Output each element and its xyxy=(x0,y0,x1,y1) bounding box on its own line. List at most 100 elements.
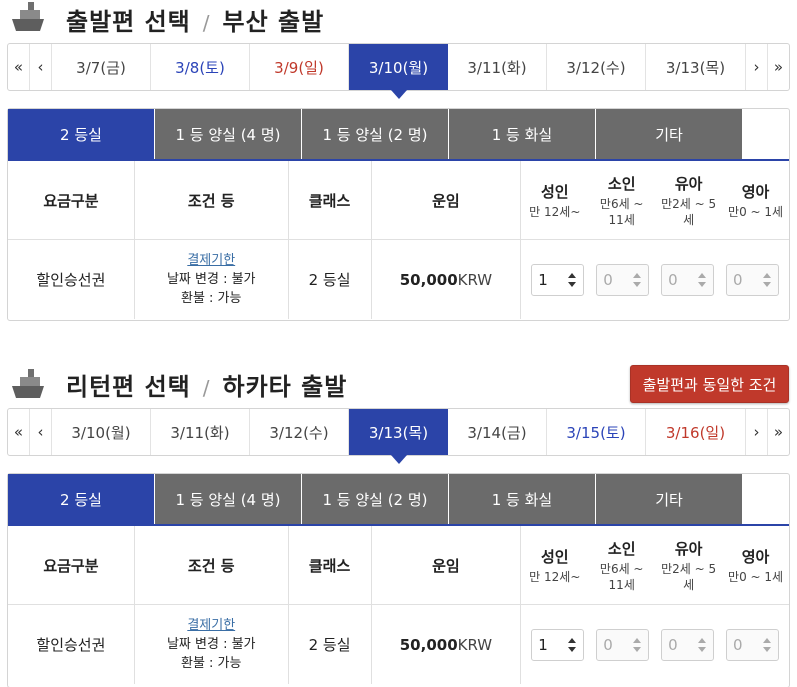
passenger-counts: 1 0 0 0 xyxy=(521,605,789,684)
date-change-text: 날짜 변경 : 불가 xyxy=(166,272,256,287)
decrement-icon[interactable] xyxy=(763,646,772,652)
date-item[interactable]: 3/10(월) xyxy=(52,409,151,455)
tab-2nd-class[interactable]: 2 등실 xyxy=(8,474,155,524)
baby-count-value: 0 xyxy=(733,270,743,289)
header-infant: 유아 만2세 ~ 5세 xyxy=(655,538,722,593)
date-item[interactable]: 3/14(금) xyxy=(448,409,547,455)
tab-1st-western-2[interactable]: 1 등 양실 (2 명) xyxy=(302,474,449,524)
date-item[interactable]: 3/16(일) xyxy=(646,409,745,455)
child-count-stepper[interactable]: 0 xyxy=(596,263,650,296)
prev-date-button[interactable]: ‹ xyxy=(30,44,52,90)
increment-icon[interactable] xyxy=(698,637,707,643)
header-fare: 운임 xyxy=(372,161,522,239)
tab-2nd-class[interactable]: 2 등실 xyxy=(8,109,155,159)
infant-count-stepper[interactable]: 0 xyxy=(661,628,715,661)
last-page-button[interactable]: » xyxy=(767,44,789,90)
fare-type-cell: 할인승선권 xyxy=(8,605,135,684)
tab-1st-western-2[interactable]: 1 등 양실 (2 명) xyxy=(302,109,449,159)
increment-icon[interactable] xyxy=(763,272,772,278)
fare-table-header: 요금구분 조건 등 클래스 운임 성인 만 12세~ 소인 만6세 ~ 11세 유아… xyxy=(8,161,789,240)
infant-age: 만2세 ~ 5세 xyxy=(661,561,717,592)
decrement-icon[interactable] xyxy=(698,281,707,287)
header-fare-type: 요금구분 xyxy=(8,526,135,604)
increment-icon[interactable] xyxy=(568,272,577,278)
baby-label: 영아 xyxy=(741,182,770,201)
child-count-value: 0 xyxy=(603,270,613,289)
first-page-button[interactable]: « xyxy=(8,44,30,90)
decrement-icon[interactable] xyxy=(568,281,577,287)
header-conditions: 조건 등 xyxy=(135,161,289,239)
adult-label: 성인 xyxy=(540,182,569,201)
outbound-title-route: 부산 출발 xyxy=(222,8,325,36)
baby-count-value: 0 xyxy=(733,635,743,654)
next-date-button[interactable]: › xyxy=(745,409,767,455)
decrement-icon[interactable] xyxy=(633,281,642,287)
fare-currency: KRW xyxy=(457,635,493,654)
date-item[interactable]: 3/12(수) xyxy=(250,409,349,455)
return-title-row: 리턴편 선택 / 하카타 출발 출발편과 동일한 조건 xyxy=(0,365,797,407)
tab-other[interactable]: 기타 xyxy=(596,109,743,159)
same-as-outbound-button[interactable]: 출발편과 동일한 조건 xyxy=(630,365,789,403)
header-passengers: 성인 만 12세~ 소인 만6세 ~ 11세 유아 만2세 ~ 5세 영아 만0 ~ 1… xyxy=(521,161,789,239)
infant-count-value: 0 xyxy=(668,635,678,654)
increment-icon[interactable] xyxy=(633,637,642,643)
child-count-stepper[interactable]: 0 xyxy=(596,628,650,661)
tab-other[interactable]: 기타 xyxy=(596,474,743,524)
date-item[interactable]: 3/9(일) xyxy=(250,44,349,90)
header-fare-type: 요금구분 xyxy=(8,161,135,239)
ship-icon xyxy=(12,2,44,31)
infant-count-stepper[interactable]: 0 xyxy=(661,263,715,296)
adult-count-stepper[interactable]: 1 xyxy=(531,628,585,661)
last-page-button[interactable]: » xyxy=(767,409,789,455)
increment-icon[interactable] xyxy=(698,272,707,278)
class-cell: 2 등실 xyxy=(289,240,372,319)
conditions-cell: 결제기한 날짜 변경 : 불가 환불 : 가능 xyxy=(135,240,289,319)
baby-age: 만0 ~ 1세 xyxy=(728,569,784,584)
cabin-tabs: 2 등실 1 등 양실 (4 명) 1 등 양실 (2 명) 1 등 화실 기타 xyxy=(8,474,789,526)
header-fare: 운임 xyxy=(372,526,522,604)
date-item[interactable]: 3/11(화) xyxy=(448,44,547,90)
date-item-selected[interactable]: 3/10(월) xyxy=(349,44,448,99)
date-item[interactable]: 3/15(토) xyxy=(547,409,646,455)
return-title-main: 리턴편 선택 xyxy=(66,373,191,401)
decrement-icon[interactable] xyxy=(633,646,642,652)
date-item[interactable]: 3/7(금) xyxy=(52,44,151,90)
fare-amount: 50,000 xyxy=(399,635,458,654)
fare-currency: KRW xyxy=(457,270,493,289)
payment-deadline-link[interactable]: 결제기한 xyxy=(187,616,235,635)
prev-date-button[interactable]: ‹ xyxy=(30,409,52,455)
date-item[interactable]: 3/11(화) xyxy=(151,409,250,455)
decrement-icon[interactable] xyxy=(698,646,707,652)
table-row: 할인승선권 결제기한 날짜 변경 : 불가 환불 : 가능 2 등실 50,00… xyxy=(8,605,789,684)
tab-1st-western-4[interactable]: 1 등 양실 (4 명) xyxy=(155,474,302,524)
payment-deadline-link[interactable]: 결제기한 xyxy=(187,251,235,270)
refund-text: 환불 : 가능 xyxy=(180,656,242,671)
adult-count-value: 1 xyxy=(538,270,548,289)
first-page-button[interactable]: « xyxy=(8,409,30,455)
date-item[interactable]: 3/12(수) xyxy=(547,44,646,90)
baby-count-stepper[interactable]: 0 xyxy=(726,628,780,661)
class-cell: 2 등실 xyxy=(289,605,372,684)
date-change-text: 날짜 변경 : 불가 xyxy=(166,637,256,652)
return-dates: 3/10(월) 3/11(화) 3/12(수) 3/13(목) 3/14(금) … xyxy=(52,409,745,464)
date-item-selected[interactable]: 3/13(목) xyxy=(349,409,448,464)
outbound-title-main: 출발편 선택 xyxy=(66,8,191,36)
decrement-icon[interactable] xyxy=(763,281,772,287)
fare-cell: 50,000 KRW xyxy=(372,605,522,684)
date-item[interactable]: 3/8(토) xyxy=(151,44,250,90)
outbound-date-bar: « ‹ 3/7(금) 3/8(토) 3/9(일) 3/10(월) 3/11(화)… xyxy=(7,43,790,99)
increment-icon[interactable] xyxy=(568,637,577,643)
header-child: 소인 만6세 ~ 11세 xyxy=(588,538,655,593)
increment-icon[interactable] xyxy=(763,637,772,643)
next-date-button[interactable]: › xyxy=(745,44,767,90)
tab-1st-japanese[interactable]: 1 등 화실 xyxy=(449,474,596,524)
date-item[interactable]: 3/13(목) xyxy=(646,44,745,90)
baby-count-stepper[interactable]: 0 xyxy=(726,263,780,296)
tab-1st-japanese[interactable]: 1 등 화실 xyxy=(449,109,596,159)
title-separator: / xyxy=(202,11,211,35)
adult-count-stepper[interactable]: 1 xyxy=(531,263,585,296)
cabin-tabs: 2 등실 1 등 양실 (4 명) 1 등 양실 (2 명) 1 등 화실 기타 xyxy=(8,109,789,161)
decrement-icon[interactable] xyxy=(568,646,577,652)
increment-icon[interactable] xyxy=(633,272,642,278)
tab-1st-western-4[interactable]: 1 등 양실 (4 명) xyxy=(155,109,302,159)
